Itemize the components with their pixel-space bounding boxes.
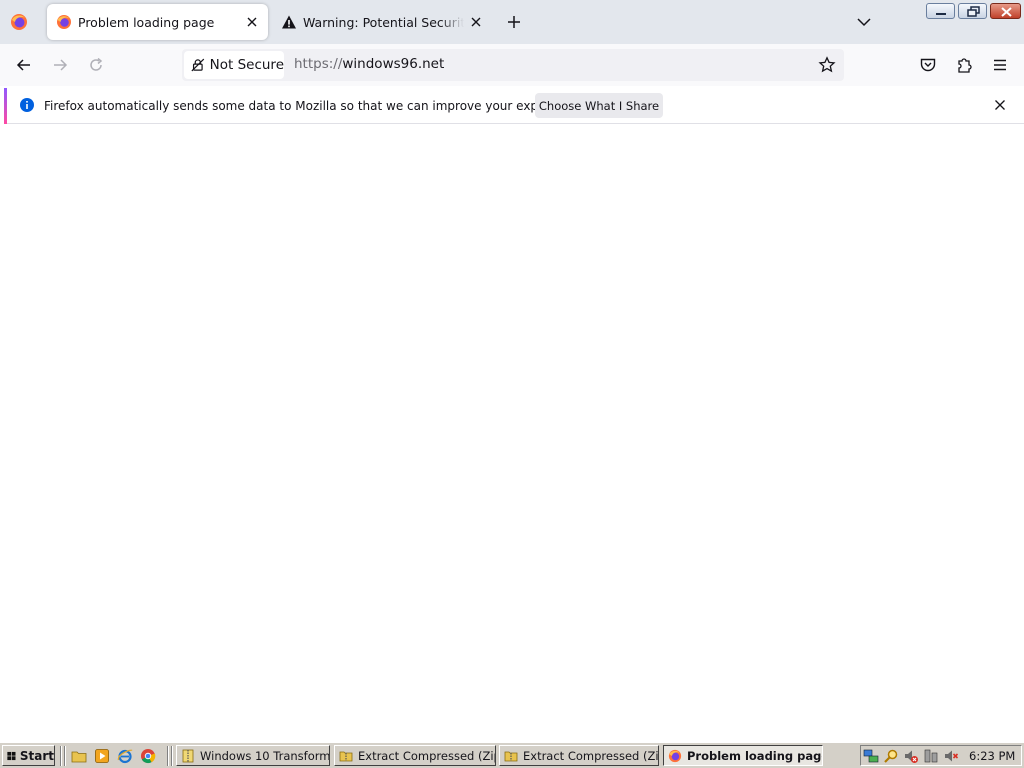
tab-title: Warning: Potential Security Risk Ahead (303, 14, 464, 30)
taskbar-button-extract-compressed-1[interactable]: Extract Compressed (Zip... (334, 745, 496, 766)
firefox-icon (668, 749, 682, 762)
taskbar-button-problem-loading-page[interactable]: Problem loading page... (663, 745, 823, 766)
tab-problem-loading-page[interactable]: Problem loading page (47, 4, 268, 40)
chrome-icon[interactable] (140, 748, 156, 764)
url-host: windows96.net (342, 56, 445, 72)
taskbar: Start Windows 10 Transform... Extract Co… (0, 742, 1024, 768)
url-bar[interactable]: Not Secure https://windows96.net (182, 49, 844, 81)
taskbar-button-label: Extract Compressed (Zip... (358, 748, 495, 763)
data-collection-notification-bar: Firefox automatically sends some data to… (4, 88, 1024, 124)
system-tray: 6:23 PM (860, 745, 1022, 766)
chevron-down-icon[interactable] (855, 13, 873, 31)
taskbar-button-label: Windows 10 Transform... (200, 748, 329, 763)
network-icon[interactable] (863, 748, 879, 764)
notification-accent-bar (4, 88, 7, 124)
search-icon[interactable] (883, 748, 899, 764)
firefox-icon (57, 15, 71, 29)
reload-icon[interactable] (87, 56, 105, 74)
folder-icon[interactable] (71, 748, 87, 764)
navigation-toolbar: Not Secure https://windows96.net (0, 44, 1024, 86)
site-identity-button[interactable]: Not Secure (184, 51, 284, 79)
url-scheme: https:// (294, 56, 343, 72)
lock-insecure-icon (191, 58, 205, 72)
zip-folder-icon (339, 751, 353, 761)
windows-logo-icon (7, 751, 16, 760)
taskbar-button-label: Extract Compressed (Zip... (523, 748, 658, 763)
choose-what-i-share-button[interactable]: Choose What I Share (535, 93, 663, 118)
taskbar-clock[interactable]: 6:23 PM (969, 749, 1015, 763)
start-button[interactable]: Start (2, 745, 55, 766)
taskbar-separator (167, 746, 169, 766)
url-text[interactable]: https://windows96.net (294, 56, 444, 72)
tab-security-warning[interactable]: Warning: Potential Security Risk Ahead (272, 4, 492, 40)
extensions-puzzle-icon[interactable] (955, 56, 973, 74)
restore-window-button[interactable] (958, 3, 987, 19)
firefox-menu-icon[interactable] (10, 13, 28, 31)
not-secure-label: Not Secure (209, 57, 284, 73)
taskbar-separator (171, 746, 173, 766)
tab-title: Problem loading page (78, 14, 215, 30)
internet-explorer-icon[interactable] (117, 748, 133, 764)
archive-icon (182, 749, 194, 762)
media-player-icon[interactable] (94, 748, 110, 764)
close-icon[interactable] (992, 97, 1008, 113)
forward-arrow-icon[interactable] (51, 56, 69, 74)
close-window-button[interactable] (990, 3, 1021, 19)
start-label: Start (19, 748, 54, 763)
speaker-muted-icon[interactable] (943, 748, 959, 764)
close-tab-icon[interactable] (244, 14, 260, 30)
hamburger-menu-icon[interactable] (991, 56, 1009, 74)
back-arrow-icon[interactable] (15, 56, 33, 74)
tab-strip: Problem loading page Warning: Potential … (0, 0, 1024, 44)
taskbar-separator (64, 746, 66, 766)
new-tab-icon[interactable] (505, 13, 523, 31)
bookmark-star-icon[interactable] (818, 56, 836, 74)
taskbar-button-extract-compressed-2[interactable]: Extract Compressed (Zip... (499, 745, 659, 766)
zip-folder-icon (504, 751, 518, 761)
notification-message: Firefox automatically sends some data to… (44, 99, 587, 113)
pocket-icon[interactable] (919, 56, 937, 74)
warning-icon (282, 15, 296, 29)
network-disconnected-icon[interactable] (923, 748, 939, 764)
close-tab-icon[interactable] (468, 14, 484, 30)
volume-muted-icon[interactable] (903, 748, 919, 764)
page-content-area[interactable] (0, 125, 1024, 742)
taskbar-button-label: Problem loading page... (687, 748, 822, 763)
taskbar-button-windows-10-transform[interactable]: Windows 10 Transform... (176, 745, 330, 766)
minimize-window-button[interactable] (926, 3, 955, 19)
taskbar-separator (60, 746, 62, 766)
info-icon (20, 98, 34, 112)
